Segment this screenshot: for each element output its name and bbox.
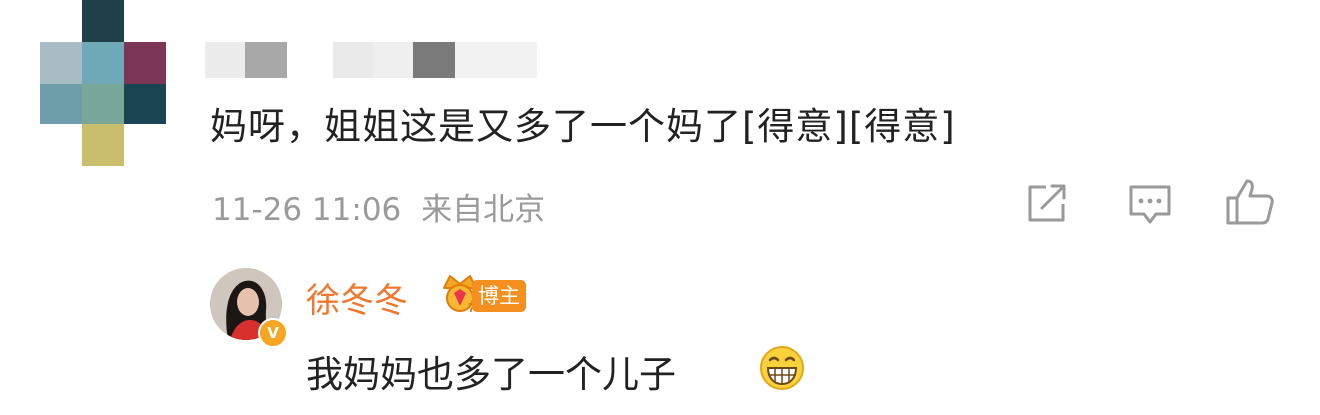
blur-block — [205, 42, 245, 78]
blur-block — [413, 42, 455, 78]
host-badge: 博主 — [472, 280, 526, 312]
share-button[interactable] — [1024, 182, 1070, 226]
verified-badge: V — [258, 318, 288, 348]
blur-block — [455, 42, 537, 78]
avatar-pixel — [40, 84, 82, 124]
comment-location: 来自北京 — [421, 192, 546, 228]
avatar-pixel — [82, 42, 124, 84]
avatar-pixel — [82, 0, 124, 42]
avatar-pixel — [124, 84, 166, 124]
comment-text: 妈呀，姐姐这是又多了一个妈了[得意][得意] — [210, 105, 956, 148]
grin-emoji-icon — [760, 346, 804, 390]
blur-block — [333, 42, 373, 78]
comment-timestamp: 11-26 11:06 — [212, 192, 402, 228]
avatar-pixel — [124, 42, 166, 84]
share-icon — [1028, 184, 1066, 222]
commenter-username-blurred[interactable] — [205, 38, 545, 84]
comment-meta: 11-26 11:06 来自北京 — [212, 184, 545, 229]
thumbs-up-icon — [1226, 179, 1274, 225]
blur-block — [245, 42, 287, 78]
avatar-pixel — [82, 84, 124, 124]
blur-block — [373, 42, 413, 78]
comment-icon — [1129, 185, 1171, 224]
like-button[interactable] — [1224, 176, 1276, 228]
reply-author-name[interactable]: 徐冬冬 — [306, 273, 408, 322]
reply-button[interactable] — [1126, 182, 1174, 228]
reply-text: 我妈妈也多了一个儿子 — [306, 353, 676, 396]
commenter-avatar[interactable] — [40, 0, 166, 166]
avatar-pixel — [82, 124, 124, 166]
grin-emoji — [758, 344, 806, 396]
avatar-pixel — [40, 42, 82, 84]
